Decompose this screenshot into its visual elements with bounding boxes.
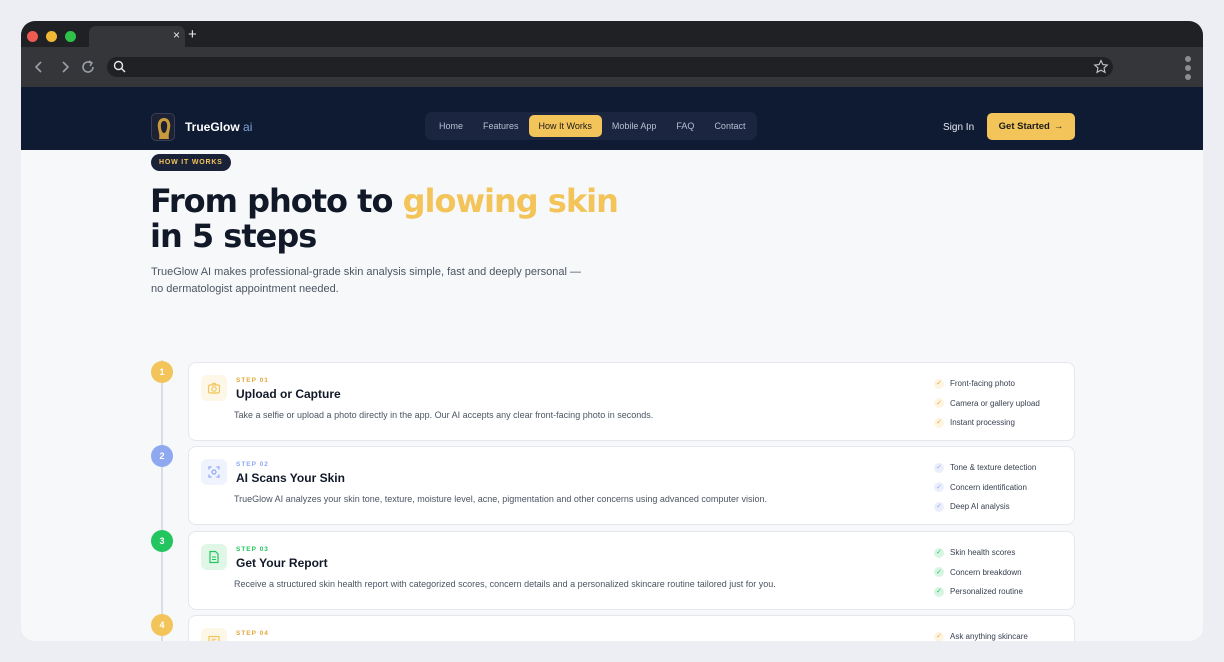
get-started-button[interactable]: Get Started → — [987, 113, 1075, 140]
search-icon — [113, 60, 126, 73]
arrow-right-icon: → — [1053, 121, 1064, 132]
site-header: TrueGlow ai Home Features How It Works M… — [21, 87, 1203, 150]
feature-text: Concern identification — [950, 482, 1027, 492]
step-card[interactable]: STEP 04 Chat with AI ✓ Ask anything skincar… — [188, 615, 1075, 641]
check-icon: ✓ — [934, 417, 944, 428]
feature-text: Camera or gallery upload — [950, 398, 1040, 408]
browser-toolbar — [21, 47, 1203, 87]
feature-item: ✓ Ask anything skincare — [934, 627, 1043, 641]
feature-item: ✓ Tone & texture detection — [934, 458, 1036, 478]
feature-text: Tone & texture detection — [950, 463, 1037, 473]
nav-contact[interactable]: Contact — [704, 115, 755, 137]
browser-menu-icon[interactable] — [1185, 56, 1191, 80]
check-icon: ✓ — [934, 378, 944, 389]
feature-item: ✓ Concern breakdown — [934, 563, 1023, 583]
new-tab-button[interactable]: + — [188, 27, 197, 42]
sign-in-link[interactable]: Sign In — [943, 122, 974, 133]
feature-text: Concern breakdown — [950, 567, 1022, 577]
check-icon: ✓ — [934, 482, 944, 493]
document-icon — [201, 544, 227, 570]
step-number-4: 4 — [151, 614, 173, 636]
step-title: Get Your Report — [236, 556, 328, 570]
step-card[interactable]: STEP 02 AI Scans Your Skin TrueGlow AI ana… — [188, 446, 1075, 525]
tab-bar: × + — [21, 21, 1203, 47]
step-card[interactable]: STEP 03 Get Your Report Receive a structur… — [188, 531, 1075, 610]
feature-text: Ask anything skincare — [950, 632, 1028, 641]
step-title: Chat with AI — [236, 640, 305, 641]
feature-item: ✓ Camera or gallery upload — [934, 394, 1040, 414]
browser-window: × + TrueGlow ai Home Features How It Wor… — [21, 21, 1203, 641]
headline-accent: glowing skin — [402, 182, 619, 220]
feature-text: Front-facing photo — [950, 379, 1015, 389]
feature-text: Skin health scores — [950, 548, 1016, 558]
step-title: Upload or Capture — [236, 387, 341, 401]
check-icon: ✓ — [934, 547, 944, 558]
chat-icon — [201, 628, 227, 641]
logo-icon[interactable] — [151, 113, 175, 141]
nav-features[interactable]: Features — [473, 115, 529, 137]
step-title: AI Scans Your Skin — [236, 471, 345, 485]
step-label: STEP 01 — [236, 377, 269, 384]
step-label: STEP 03 — [236, 546, 269, 553]
feature-item: ✓ Skin health scores — [934, 543, 1023, 563]
how-it-works-section: HOW IT WORKS From photo to glowing skin … — [21, 150, 1203, 641]
section-badge: HOW IT WORKS — [151, 154, 231, 171]
page-title: From photo to glowing skin in 5 steps — [150, 182, 619, 255]
step-feature-list: ✓Ask anything skincare✓Product recommend… — [934, 627, 1043, 641]
close-window-button[interactable] — [27, 31, 38, 42]
browser-tab[interactable]: × — [89, 26, 185, 47]
nav-how-it-works[interactable]: How It Works — [528, 115, 602, 137]
check-icon: ✓ — [934, 398, 944, 409]
feature-text: Personalized routine — [950, 587, 1023, 597]
check-icon: ✓ — [934, 631, 944, 641]
maximize-window-button[interactable] — [65, 31, 76, 42]
step-label: STEP 04 — [236, 630, 269, 637]
step-description: Take a selfie or upload a photo directly… — [234, 410, 654, 420]
feature-text: Instant processing — [950, 418, 1015, 428]
check-icon: ✓ — [934, 462, 944, 473]
nav-faq[interactable]: FAQ — [666, 115, 704, 137]
feature-item: ✓ Deep AI analysis — [934, 497, 1036, 517]
close-tab-icon[interactable]: × — [173, 28, 180, 42]
nav-mobile-app[interactable]: Mobile App — [602, 115, 667, 137]
bookmark-star-icon[interactable] — [1093, 59, 1109, 75]
headline-part2: in 5 steps — [150, 217, 317, 255]
step-description: TrueGlow AI analyzes your skin tone, tex… — [234, 494, 767, 504]
main-nav: Home Features How It Works Mobile App FA… — [425, 112, 757, 140]
back-icon[interactable] — [30, 58, 48, 76]
check-icon: ✓ — [934, 501, 944, 512]
step-number-1: 1 — [151, 361, 173, 383]
feature-item: ✓ Personalized routine — [934, 582, 1023, 602]
reload-icon[interactable] — [79, 58, 97, 76]
get-started-label: Get Started — [998, 121, 1050, 132]
step-card[interactable]: STEP 01 Upload or Capture Take a selfie or… — [188, 362, 1075, 441]
headline-part1: From photo to — [150, 182, 403, 220]
check-icon: ✓ — [934, 567, 944, 578]
step-description: Receive a structured skin health report … — [234, 579, 776, 589]
feature-item: ✓ Concern identification — [934, 478, 1036, 498]
step-number-2: 2 — [151, 445, 173, 467]
brand-suffix-text: ai — [239, 120, 253, 134]
scan-icon — [201, 459, 227, 485]
feature-item: ✓ Instant processing — [934, 413, 1040, 433]
forward-icon[interactable] — [56, 58, 74, 76]
minimize-window-button[interactable] — [46, 31, 57, 42]
brand-main-text: TrueGlow — [185, 120, 240, 134]
nav-home[interactable]: Home — [429, 115, 473, 137]
hero-subtext: TrueGlow AI makes professional-grade ski… — [151, 266, 582, 295]
brand-name[interactable]: TrueGlow ai — [185, 120, 252, 134]
feature-item: ✓ Front-facing photo — [934, 374, 1040, 394]
step-number-3: 3 — [151, 530, 173, 552]
camera-icon — [201, 375, 227, 401]
step-feature-list: ✓ Skin health scores ✓ Concern breakdown ✓ Pe… — [934, 543, 1023, 602]
address-bar[interactable] — [107, 57, 1113, 77]
step-label: STEP 02 — [236, 461, 269, 468]
check-icon: ✓ — [934, 586, 944, 597]
feature-text: Deep AI analysis — [950, 502, 1010, 512]
step-feature-list: ✓ Tone & texture detection ✓ Concern identi… — [934, 458, 1036, 517]
timeline-line — [161, 360, 163, 641]
step-feature-list: ✓ Front-facing photo ✓ Camera or gallery up… — [934, 374, 1040, 433]
